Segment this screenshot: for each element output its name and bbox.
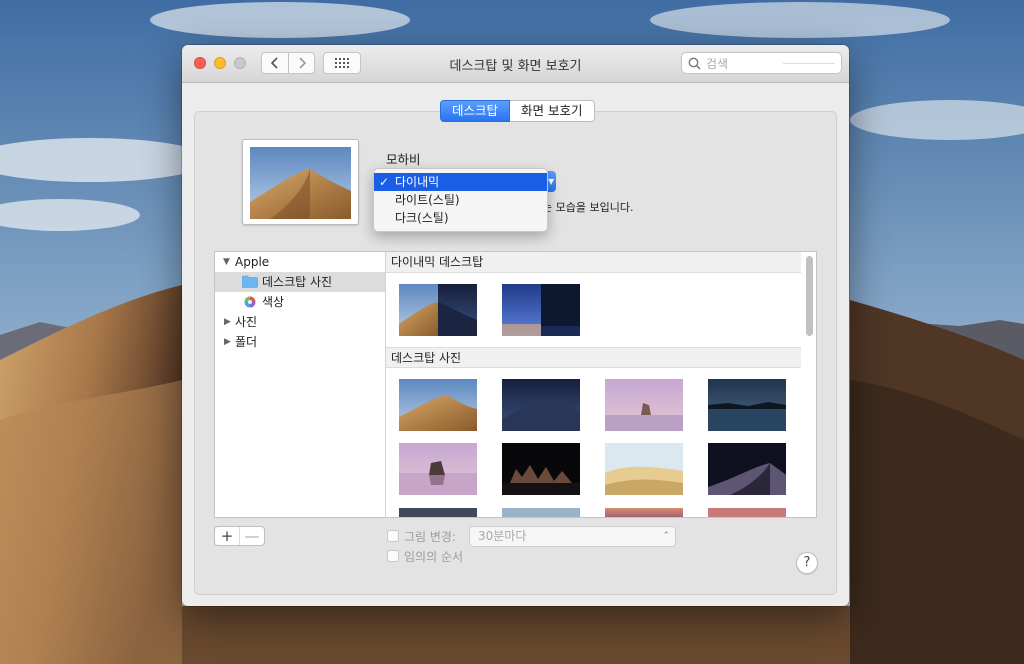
- section-header-dynamic: 다이내믹 데스크탑: [386, 252, 801, 273]
- wallpaper-thumb[interactable]: [399, 443, 477, 495]
- change-interval-select[interactable]: 30분마다 ⌃: [469, 526, 676, 547]
- section-header-desktop-pictures: 데스크탑 사진: [386, 347, 801, 368]
- preferences-window: 데스크탑 및 화면 보호기 검색 데스크탑 화면 보호기 모하비 ▲▼ 는 모습…: [182, 45, 849, 606]
- wallpaper-browser: 다이내믹 데스크탑 데스크탑 사진: [386, 251, 817, 518]
- appearance-menu: ✓ 다이내믹 라이트(스틸) 다크(스틸): [373, 168, 548, 232]
- wallpaper-thumb[interactable]: [502, 379, 580, 431]
- menu-item-dynamic[interactable]: ✓ 다이내믹: [374, 173, 547, 191]
- sidebar-item-folders[interactable]: ▶ 폴더: [215, 332, 385, 352]
- sidebar-item-desktop-pictures[interactable]: 데스크탑 사진: [215, 272, 385, 292]
- tab-desktop[interactable]: 데스크탑: [440, 100, 511, 122]
- wallpaper-name: 모하비: [386, 152, 421, 167]
- sidebar-item-colors[interactable]: 색상: [215, 292, 385, 312]
- help-button[interactable]: ?: [796, 552, 818, 574]
- wallpaper-thumb[interactable]: [708, 507, 786, 517]
- wallpaper-thumb[interactable]: [708, 443, 786, 495]
- color-wheel-icon: [244, 296, 256, 308]
- wallpaper-thumb[interactable]: [399, 284, 477, 336]
- wallpaper-thumb[interactable]: [399, 507, 477, 517]
- disclosure-open-icon: ▼: [223, 257, 230, 267]
- tab-screen-saver[interactable]: 화면 보호기: [510, 100, 595, 122]
- change-picture-checkbox[interactable]: [387, 530, 399, 542]
- tab-bar: 데스크탑 화면 보호기: [440, 100, 595, 122]
- add-remove-control: + —: [214, 526, 265, 546]
- wallpaper-thumb[interactable]: [605, 379, 683, 431]
- checkmark-icon: ✓: [379, 175, 390, 189]
- source-sidebar: ▼ Apple 데스크탑 사진 색상 ▶ 사진 ▶ 폴더: [214, 251, 386, 518]
- disclosure-closed-icon: ▶: [224, 317, 231, 327]
- menu-item-light-still[interactable]: 라이트(스틸): [374, 191, 547, 209]
- wallpaper-thumb[interactable]: [708, 379, 786, 431]
- change-picture-label: 그림 변경:: [404, 530, 457, 544]
- wallpaper-description: 는 모습을 보입니다.: [542, 201, 634, 214]
- wallpaper-thumb[interactable]: [605, 507, 683, 517]
- menu-item-dark-still[interactable]: 다크(스틸): [374, 209, 547, 227]
- updown-arrows-icon: ⌃: [662, 531, 670, 541]
- folder-icon: [242, 275, 258, 288]
- current-wallpaper-preview: [242, 139, 359, 225]
- wallpaper-thumb[interactable]: [502, 507, 580, 517]
- wallpaper-thumb[interactable]: [399, 379, 477, 431]
- sidebar-item-photos[interactable]: ▶ 사진: [215, 312, 385, 332]
- disclosure-closed-icon: ▶: [224, 337, 231, 347]
- vertical-scrollbar[interactable]: [806, 256, 813, 336]
- wallpaper-thumb[interactable]: [502, 443, 580, 495]
- sidebar-item-apple[interactable]: ▼ Apple: [215, 252, 385, 272]
- add-folder-button[interactable]: +: [215, 527, 239, 545]
- search-icon: [688, 57, 701, 70]
- wallpaper-thumb[interactable]: [502, 284, 580, 336]
- title-bar: 데스크탑 및 화면 보호기 검색: [182, 45, 849, 83]
- random-order-label: 임의의 순서: [404, 550, 464, 564]
- search-field[interactable]: 검색: [681, 52, 842, 74]
- random-order-checkbox[interactable]: [387, 550, 399, 562]
- remove-folder-button[interactable]: —: [239, 527, 264, 545]
- search-placeholder: 검색: [706, 56, 729, 71]
- wallpaper-thumb[interactable]: [605, 443, 683, 495]
